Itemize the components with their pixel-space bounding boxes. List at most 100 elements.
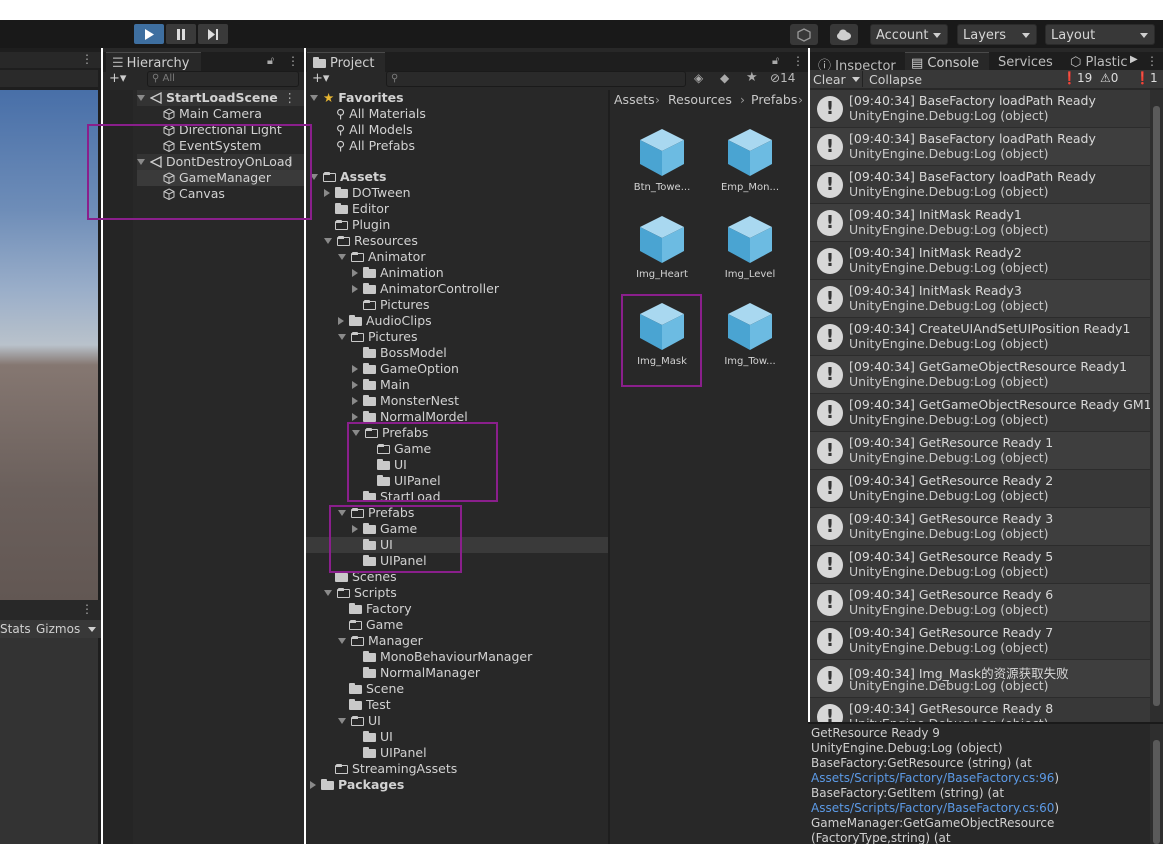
tree-item-packages[interactable]: Packages xyxy=(310,777,404,793)
log-entry[interactable]: ! [09:40:34] GetResource Ready 6 UnityEngi… xyxy=(810,584,1150,622)
collab-button[interactable] xyxy=(790,24,818,45)
log-entry[interactable]: ! [09:40:34] InitMask Ready1 UnityEngine.D… xyxy=(810,204,1150,242)
tab-project[interactable]: Project xyxy=(307,52,385,72)
tree-item[interactable]: Factory xyxy=(349,601,412,617)
warning-filter-toggle[interactable]: ⚠0 xyxy=(1100,71,1118,85)
favorite-item[interactable]: ⚲ All Prefabs xyxy=(336,138,415,154)
layout-dropdown[interactable]: Layout xyxy=(1045,24,1155,45)
tree-item[interactable]: MonoBehaviourManager xyxy=(363,649,532,665)
detail-scrollbar[interactable] xyxy=(1150,724,1163,844)
scene-viewport[interactable] xyxy=(0,90,98,600)
tree-item[interactable]: MonsterNest xyxy=(352,393,459,409)
asset-prefab[interactable]: Btn_Towe... xyxy=(622,120,702,200)
tree-item[interactable]: Plugin xyxy=(335,217,390,233)
collapse-button[interactable]: Collapse xyxy=(869,72,922,87)
star-icon[interactable]: ★ xyxy=(746,70,758,85)
asset-prefab[interactable]: Img_Level xyxy=(710,207,790,287)
favorites-row[interactable]: ★ Favorites xyxy=(310,90,404,106)
breadcrumb-item[interactable]: Assets xyxy=(614,92,655,107)
tab-console[interactable]: ▤ Console xyxy=(905,52,989,72)
asset-prefab[interactable]: Img_Tow... xyxy=(710,294,790,374)
log-entry[interactable]: ! [09:40:34] InitMask Ready3 UnityEngine.D… xyxy=(810,280,1150,318)
tree-item[interactable]: UI xyxy=(338,713,381,729)
tree-item[interactable]: Main xyxy=(352,377,410,393)
log-entry[interactable]: ! [09:40:34] GetResource Ready 3 UnityEngi… xyxy=(810,508,1150,546)
more-icon[interactable]: ⋮ xyxy=(284,90,297,106)
more-icon[interactable]: ⋮ xyxy=(81,602,93,616)
log-entry[interactable]: ! [09:40:34] BaseFactory loadPath Ready Un… xyxy=(810,166,1150,204)
filter-type-icon[interactable]: ◈ xyxy=(694,71,703,85)
tree-item[interactable]: UIPanel xyxy=(363,745,427,761)
cloud-button[interactable] xyxy=(830,24,858,45)
stats-button[interactable]: Stats xyxy=(0,622,31,636)
tree-item[interactable]: Pictures xyxy=(363,297,430,313)
tab-services[interactable]: Services xyxy=(992,52,1062,72)
pause-button[interactable] xyxy=(166,24,196,44)
log-entry[interactable]: ! [09:40:34] InitMask Ready2 UnityEngine.D… xyxy=(810,242,1150,280)
tree-item[interactable]: Resources xyxy=(324,233,418,249)
log-entry[interactable]: ![09:40:34] GetResource Ready 8UnityEngi… xyxy=(810,698,1150,722)
split-divider[interactable] xyxy=(608,90,610,844)
create-button[interactable]: +▾ xyxy=(312,71,329,86)
hierarchy-item[interactable]: Main Camera xyxy=(163,106,262,122)
step-button[interactable] xyxy=(198,24,228,44)
tree-item[interactable]: Test xyxy=(349,697,391,713)
chevron-right-icon[interactable]: ▶ xyxy=(1130,54,1138,65)
scene-tab[interactable]: ⋮ xyxy=(0,52,101,68)
log-entry[interactable]: ! [09:40:34] GetGameObjectResource Ready … xyxy=(810,394,1150,432)
chevron-down-icon[interactable] xyxy=(88,627,96,632)
game-viewport[interactable] xyxy=(0,638,98,844)
log-entry[interactable]: ! [09:40:34] CreateUIAndSetUIPosition Rea… xyxy=(810,318,1150,356)
tree-item[interactable]: Editor xyxy=(335,201,389,217)
tree-item[interactable]: DOTween xyxy=(324,185,411,201)
tab-hierarchy[interactable]: ☰ Hierarchy xyxy=(106,52,201,72)
scene-row-startloadscene[interactable]: StartLoadScene ⋮ xyxy=(137,90,304,106)
source-link[interactable]: Assets/Scripts/Factory/BaseFactory.cs:60 xyxy=(811,801,1054,815)
tree-item[interactable]: UI xyxy=(363,729,393,745)
tab-plastic[interactable]: ⬡ Plastic xyxy=(1064,52,1134,72)
log-entry[interactable]: ! [09:40:34] GetResource Ready 5 UnityEngi… xyxy=(810,546,1150,584)
tree-item[interactable]: GameOption xyxy=(352,361,459,377)
gizmos-button[interactable]: Gizmos xyxy=(36,622,80,636)
tree-item[interactable]: Manager xyxy=(338,633,423,649)
clear-button[interactable]: Clear xyxy=(813,72,846,87)
project-search-input[interactable]: ⚲ xyxy=(386,71,686,87)
error-filter-toggle[interactable]: ❗1 xyxy=(1135,71,1158,85)
more-icon[interactable]: ⋮ xyxy=(81,52,93,66)
more-icon[interactable]: ⋮ xyxy=(287,54,299,68)
info-filter-toggle[interactable]: ❗19 xyxy=(1062,71,1092,85)
source-link[interactable]: Assets/Scripts/Factory/BaseFactory.cs:96 xyxy=(811,771,1054,785)
tree-item-assets[interactable]: Assets xyxy=(310,169,386,185)
favorite-item[interactable]: ⚲ All Models xyxy=(336,122,413,138)
scrollbar-thumb[interactable] xyxy=(1153,106,1160,706)
log-entry[interactable]: ! [09:40:34] GetGameObjectResource Ready1… xyxy=(810,356,1150,394)
lock-icon[interactable]: 🔓︎ xyxy=(267,54,274,68)
scrollbar-thumb[interactable] xyxy=(1153,740,1160,844)
tree-item[interactable]: NormalManager xyxy=(363,665,480,681)
tree-item[interactable]: BossModel xyxy=(363,345,447,361)
chevron-down-icon[interactable] xyxy=(852,77,860,82)
play-button[interactable] xyxy=(134,24,164,44)
tree-item[interactable]: Pictures xyxy=(338,329,418,345)
layers-dropdown[interactable]: Layers xyxy=(957,24,1037,45)
tree-item[interactable]: Game xyxy=(349,617,403,633)
log-scrollbar[interactable] xyxy=(1150,90,1163,722)
more-icon[interactable]: ⋮ xyxy=(792,54,804,68)
tree-item[interactable]: Animation xyxy=(352,265,444,281)
asset-prefab[interactable]: Emp_Mon... xyxy=(710,120,790,200)
account-dropdown[interactable]: Account xyxy=(870,24,948,45)
breadcrumb-item[interactable]: Resources xyxy=(668,92,732,107)
log-entry[interactable]: ! [09:40:34] BaseFactory loadPath Ready Un… xyxy=(810,90,1150,128)
tree-item[interactable]: AnimatorController xyxy=(352,281,499,297)
create-button[interactable]: +▾ xyxy=(109,71,126,86)
label-icon[interactable]: ◆ xyxy=(720,71,729,85)
lock-icon[interactable]: 🔓︎ xyxy=(772,54,779,68)
favorite-item[interactable]: ⚲ All Materials xyxy=(336,106,426,122)
tree-item[interactable]: Animator xyxy=(338,249,425,265)
tree-item[interactable]: AudioClips xyxy=(338,313,432,329)
tab-inspector[interactable]: ⓘ Inspector xyxy=(812,52,904,74)
tree-item[interactable]: Scripts xyxy=(324,585,397,601)
log-entry[interactable]: ! [09:40:34] GetResource Ready 1 UnityEngi… xyxy=(810,432,1150,470)
more-icon[interactable]: ⋮ xyxy=(1146,54,1158,68)
hidden-packages-toggle[interactable]: ⊘14 xyxy=(770,71,795,85)
